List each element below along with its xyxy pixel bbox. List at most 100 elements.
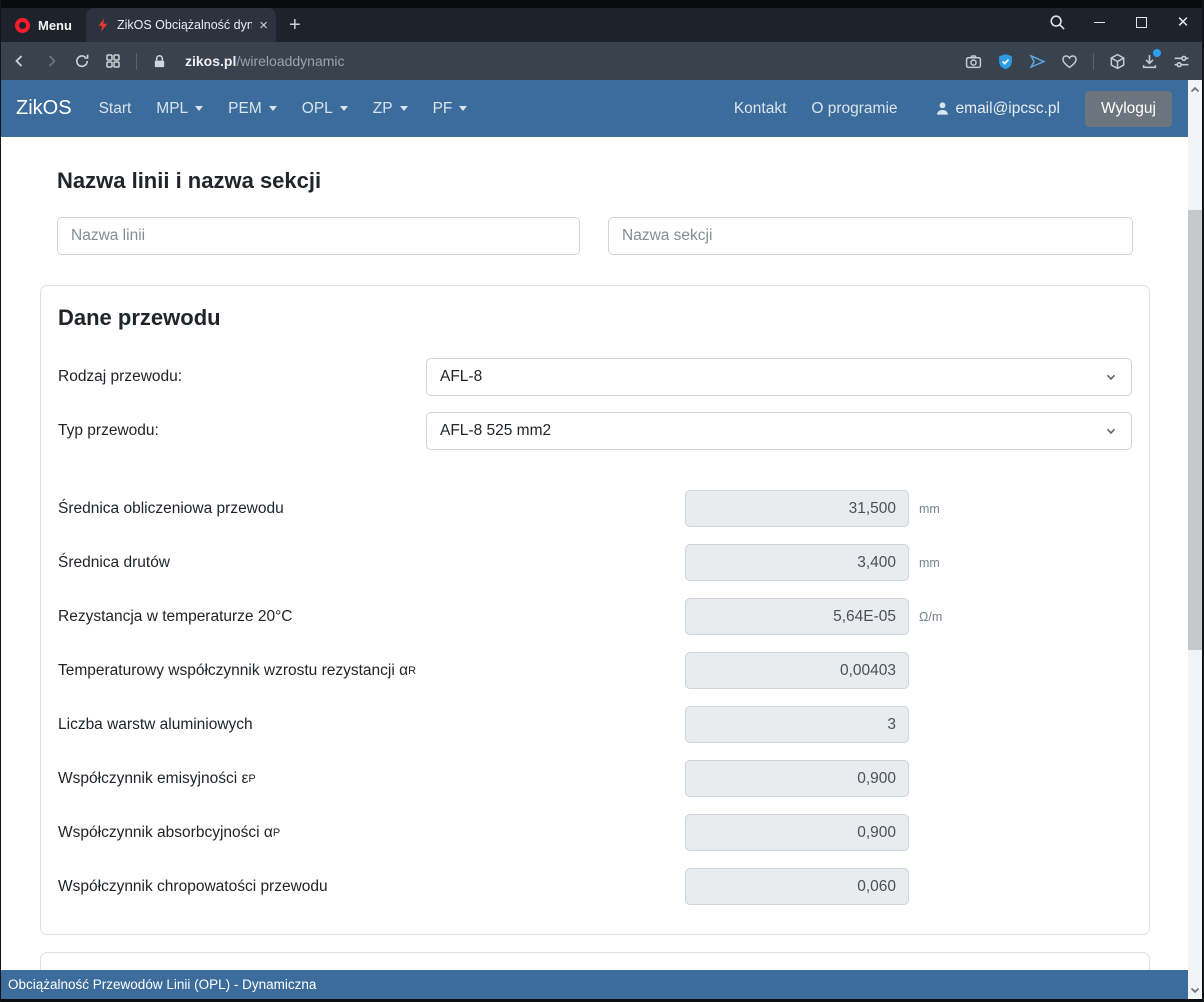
nav-item-zp[interactable]: ZP bbox=[373, 100, 408, 118]
reload-icon[interactable] bbox=[74, 53, 90, 69]
url-host: zikos.pl bbox=[185, 53, 236, 69]
nav-item-label: MPL bbox=[156, 100, 188, 118]
browser-tab-active[interactable]: ZikOS Obciążalność dynami × bbox=[86, 8, 276, 42]
downloads-button[interactable] bbox=[1141, 53, 1158, 70]
scroll-up-icon[interactable] bbox=[1188, 82, 1202, 97]
opera-menu-button[interactable]: Menu bbox=[0, 8, 86, 42]
brand-logo[interactable]: ZikOS bbox=[16, 97, 72, 120]
nav-item-label: OPL bbox=[302, 100, 333, 118]
address-bar: zikos.pl/wireloaddynamic bbox=[0, 42, 1204, 80]
window-controls: ✕ bbox=[1036, 5, 1204, 39]
minimize-button[interactable] bbox=[1078, 5, 1120, 39]
bookmark-heart-icon[interactable] bbox=[1061, 53, 1078, 70]
select-value: AFL-8 bbox=[440, 368, 482, 386]
nav-right: Kontakt O programie email@ipcsc.pl Wylog… bbox=[734, 91, 1172, 127]
snapshot-camera-icon[interactable] bbox=[965, 53, 982, 70]
back-icon[interactable] bbox=[12, 53, 28, 69]
nav-item-o-programie[interactable]: O programie bbox=[811, 100, 897, 118]
page-scrollbar[interactable] bbox=[1188, 80, 1202, 999]
field-label: Rodzaj przewodu: bbox=[58, 358, 182, 396]
field-label: Temperaturowy współczynnik wzrostu rezys… bbox=[58, 652, 416, 689]
window-top-edge bbox=[0, 0, 1204, 8]
user-account[interactable]: email@ipcsc.pl bbox=[935, 100, 1060, 118]
select-value: AFL-8 525 mm2 bbox=[440, 422, 551, 440]
close-button[interactable]: ✕ bbox=[1162, 5, 1204, 39]
site-navbar: ZikOS Start MPL PEM OPL ZP PF Kontakt O … bbox=[0, 80, 1188, 137]
wire-kind-row: Rodzaj przewodu: AFL-8 bbox=[58, 358, 1132, 396]
field-label: Rezystancja w temperaturze 20°C bbox=[58, 598, 293, 635]
download-badge-dot bbox=[1153, 49, 1161, 57]
field-row-resistance: Rezystancja w temperaturze 20°C Ω/m bbox=[58, 598, 1132, 635]
temp-coefficient-value-field bbox=[685, 652, 909, 689]
nav-item-label: PEM bbox=[228, 100, 262, 118]
diameter-value-field bbox=[685, 490, 909, 527]
caret-down-icon bbox=[340, 106, 348, 111]
nav-item-kontakt[interactable]: Kontakt bbox=[734, 100, 787, 118]
nav-item-label: PF bbox=[433, 100, 453, 118]
url-field[interactable]: zikos.pl/wireloaddynamic bbox=[185, 53, 345, 69]
field-label: Współczynnik chropowatości przewodu bbox=[58, 868, 328, 905]
resistance-value-field bbox=[685, 598, 909, 635]
nav-item-label: Kontakt bbox=[734, 100, 787, 118]
url-path: /wireloaddynamic bbox=[236, 53, 344, 69]
logout-button[interactable]: Wyloguj bbox=[1085, 91, 1172, 127]
absorptivity-value-field bbox=[685, 814, 909, 851]
nav-item-pf[interactable]: PF bbox=[433, 100, 468, 118]
nav-item-mpl[interactable]: MPL bbox=[156, 100, 203, 118]
browser-window: Menu ZikOS Obciążalność dynami × + ✕ bbox=[0, 0, 1204, 1002]
nav-item-label: Start bbox=[99, 100, 132, 118]
page-title: Nazwa linii i nazwa sekcji bbox=[57, 168, 321, 194]
scroll-down-icon[interactable] bbox=[1188, 982, 1202, 997]
opera-logo-icon bbox=[15, 18, 30, 33]
wire-kind-select[interactable]: AFL-8 bbox=[426, 358, 1132, 396]
forward-icon[interactable] bbox=[43, 53, 59, 69]
tab-close-icon[interactable]: × bbox=[259, 18, 268, 33]
field-label: Średnica obliczeniowa przewodu bbox=[58, 490, 284, 527]
field-row-diameter: Średnica obliczeniowa przewodu mm bbox=[58, 490, 1132, 527]
field-label: Współczynnik emisyjności εP bbox=[58, 760, 256, 797]
lock-icon[interactable] bbox=[152, 54, 167, 69]
nav-item-start[interactable]: Start bbox=[99, 100, 132, 118]
field-row-roughness: Współczynnik chropowatości przewodu bbox=[58, 868, 1132, 905]
speed-dial-grid-icon[interactable] bbox=[105, 53, 121, 69]
nav-item-label: ZP bbox=[373, 100, 393, 118]
wire-type-select[interactable]: AFL-8 525 mm2 bbox=[426, 412, 1132, 450]
maximize-button[interactable] bbox=[1120, 5, 1162, 39]
scrollbar-thumb[interactable] bbox=[1188, 210, 1202, 650]
roughness-value-field bbox=[685, 868, 909, 905]
caret-down-icon bbox=[195, 106, 203, 111]
tab-title: ZikOS Obciążalność dynami bbox=[117, 18, 252, 32]
field-row-aluminium-layers: Liczba warstw aluminiowych bbox=[58, 706, 1132, 743]
adblock-shield-icon[interactable] bbox=[997, 53, 1014, 70]
wire-diameter-value-field bbox=[685, 544, 909, 581]
caret-down-icon bbox=[400, 106, 408, 111]
sidebar-tune-icon[interactable] bbox=[1173, 53, 1190, 70]
nav-item-pem[interactable]: PEM bbox=[228, 100, 277, 118]
new-tab-button[interactable]: + bbox=[289, 14, 301, 37]
address-bar-actions bbox=[965, 53, 1190, 70]
field-row-emissivity: Współczynnik emisyjności εP bbox=[58, 760, 1132, 797]
card-title: Dane przewodu bbox=[58, 305, 221, 331]
wire-data-card: Dane przewodu Rodzaj przewodu: AFL-8 Typ… bbox=[40, 285, 1150, 935]
divider bbox=[1093, 53, 1094, 70]
status-text: Obciążalność Przewodów Linii (OPL) - Dyn… bbox=[8, 977, 316, 992]
search-icon[interactable] bbox=[1036, 5, 1078, 39]
field-row-wire-diameter: Średnica drutów mm bbox=[58, 544, 1132, 581]
aluminium-layers-value-field bbox=[685, 706, 909, 743]
extensions-cube-icon[interactable] bbox=[1109, 53, 1126, 70]
nav-item-opl[interactable]: OPL bbox=[302, 100, 348, 118]
my-flow-send-icon[interactable] bbox=[1029, 53, 1046, 70]
emissivity-value-field bbox=[685, 760, 909, 797]
line-name-input[interactable] bbox=[57, 217, 580, 255]
field-row-absorptivity: Współczynnik absorbcyjności αP bbox=[58, 814, 1132, 851]
unit-label: mm bbox=[919, 544, 940, 581]
page-content: Nazwa linii i nazwa sekcji Dane przewodu… bbox=[0, 137, 1188, 970]
chevron-down-icon bbox=[1104, 424, 1118, 438]
tab-favicon-bolt-icon bbox=[96, 18, 110, 32]
field-label: Współczynnik absorbcyjności αP bbox=[58, 814, 280, 851]
field-row-temp-coefficient: Temperaturowy współczynnik wzrostu rezys… bbox=[58, 652, 1132, 689]
user-email: email@ipcsc.pl bbox=[956, 100, 1060, 118]
menu-label: Menu bbox=[38, 18, 72, 33]
caret-down-icon bbox=[459, 106, 467, 111]
section-name-input[interactable] bbox=[608, 217, 1133, 255]
